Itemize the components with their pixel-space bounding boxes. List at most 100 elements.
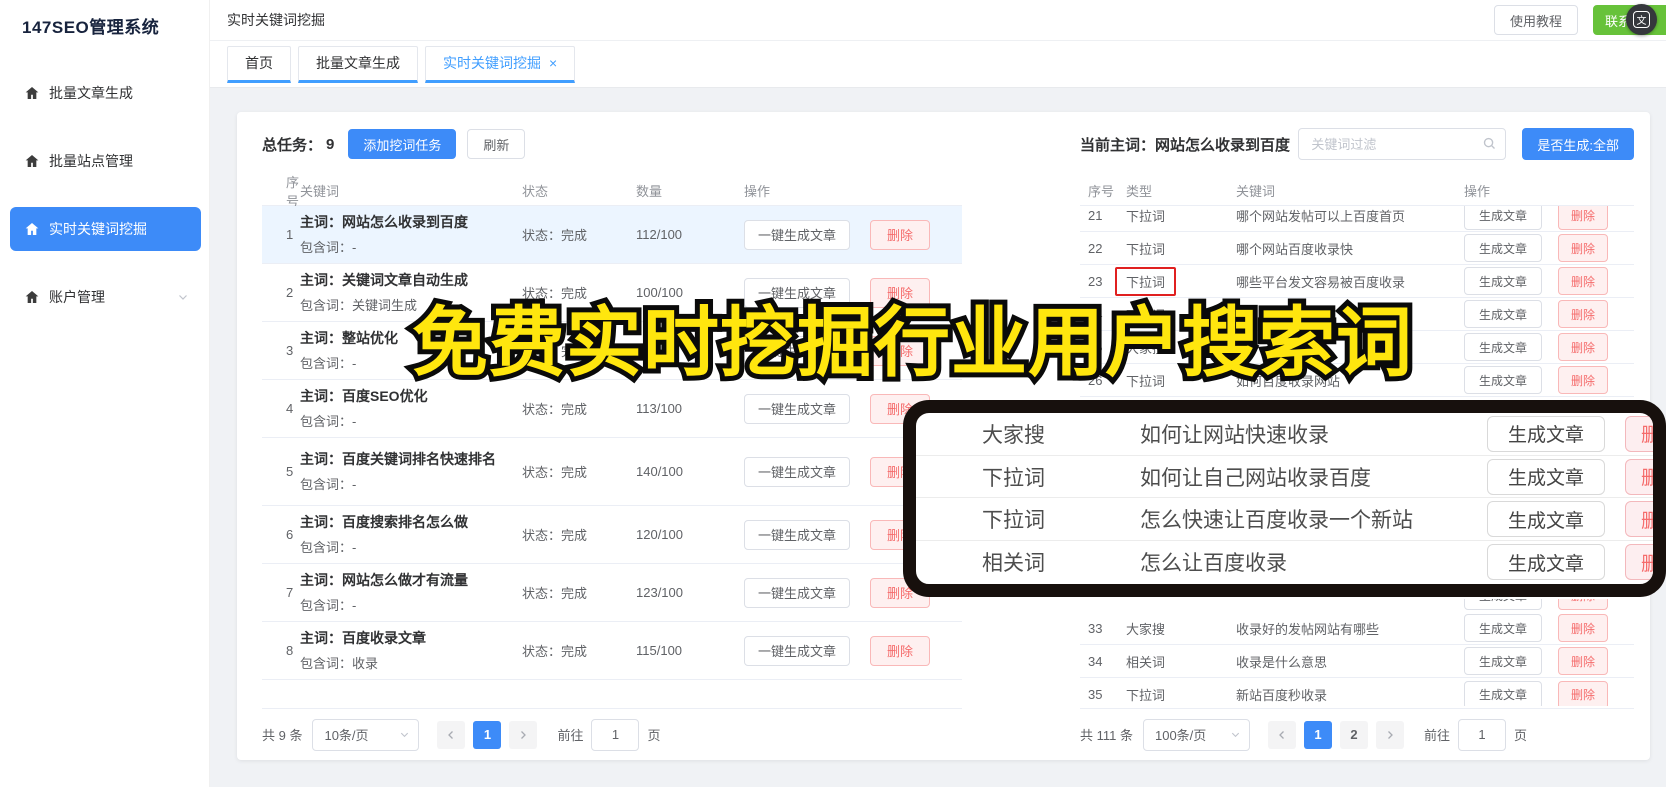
home-icon — [24, 85, 40, 101]
generate-article-button[interactable]: 生成文章 — [1464, 599, 1542, 610]
table-row[interactable]: 21 下拉词 哪个网站发帖可以上百度首页 生成文章 删除 — [1080, 206, 1634, 231]
keyword-text: 收录好的发帖网站有哪些 — [1236, 621, 1380, 637]
generate-article-button[interactable]: 生成文章 — [1464, 366, 1542, 394]
tab-home[interactable]: 首页 — [227, 45, 291, 83]
home-icon — [24, 221, 40, 237]
goto-page-input[interactable] — [1458, 718, 1506, 751]
tutorial-button[interactable]: 使用教程 — [1493, 5, 1578, 35]
generate-article-button[interactable]: 生成文章 — [1487, 458, 1605, 495]
task-count: 112/100 — [636, 227, 683, 242]
next-page-button[interactable] — [1375, 720, 1404, 749]
table-row[interactable]: 25 大家搜 生成文章 删除 — [1080, 331, 1634, 364]
sidebar-item-realtime-keywords[interactable]: 实时关键词挖掘 — [10, 207, 201, 251]
page-number-button[interactable]: 1 — [1303, 720, 1332, 749]
generate-articles-button[interactable]: 一键生成文章 — [744, 519, 850, 550]
row-index: 6 — [286, 527, 294, 542]
table-row[interactable]: 22 下拉词 哪个网站百度收录快 生成文章 删除 — [1080, 232, 1634, 265]
generate-articles-button[interactable]: 一键生成文章 — [744, 635, 850, 666]
delete-button[interactable]: 删除 — [1558, 647, 1608, 675]
delete-button[interactable]: 删除 — [1558, 206, 1608, 230]
delete-button[interactable]: 删除 — [1625, 544, 1653, 581]
delete-button[interactable]: 删除 — [1558, 599, 1608, 610]
table-row[interactable]: 35 下拉词 新站百度秒收录 生成文章 删除 — [1080, 678, 1634, 706]
generate-article-button[interactable]: 生成文章 — [1464, 680, 1542, 706]
generate-articles-button[interactable]: 一键生成文章 — [744, 335, 850, 366]
close-icon[interactable]: × — [549, 55, 557, 71]
table-row[interactable]: 生成文章 删除 — [1080, 599, 1634, 612]
page-number-button[interactable]: 1 — [473, 720, 502, 749]
generate-article-button[interactable]: 生成文章 — [1464, 206, 1542, 230]
table-row[interactable]: 1 主词：网站怎么收录到百度 包含词：- 状态：完成 112/100 一键生成文章… — [262, 206, 962, 264]
delete-button[interactable]: 删除 — [870, 635, 930, 666]
add-task-button[interactable]: 添加挖词任务 — [348, 129, 457, 159]
goto-page-input[interactable] — [591, 718, 640, 751]
page-size-select[interactable]: 10条/页 — [312, 718, 420, 751]
table-row[interactable]: 2 主词：关键词文章自动生成 包含词：关键词生成 状态：完成 100/100 一键… — [262, 264, 962, 322]
topbar: 实时关键词挖掘 使用教程 联系 — [210, 0, 1666, 41]
table-row[interactable]: 24 下拉词 生成文章 删除 — [1080, 298, 1634, 331]
generate-article-button[interactable]: 生成文章 — [1464, 267, 1542, 295]
page-size-select[interactable]: 100条/页 — [1142, 718, 1250, 751]
generate-article-button[interactable]: 生成文章 — [1464, 333, 1542, 361]
delete-button[interactable]: 删除 — [1558, 614, 1608, 642]
delete-button[interactable]: 删除 — [1625, 458, 1653, 495]
table-row[interactable]: 5 主词：百度关键词排名快速排名 包含词：- 状态：完成 140/100 一键生成… — [262, 438, 962, 506]
generate-articles-button[interactable]: 一键生成文章 — [744, 393, 850, 424]
delete-button[interactable]: 删除 — [870, 335, 930, 366]
keyword-filter-input[interactable] — [1298, 128, 1507, 160]
delete-button[interactable]: 删除 — [1558, 680, 1608, 706]
col-action: 操作 — [1464, 184, 1491, 199]
generate-article-button[interactable]: 生成文章 — [1464, 234, 1542, 262]
table-row[interactable]: 4 主词：百度SEO优化 包含词：- 状态：完成 113/100 一键生成文章 删除 — [262, 380, 962, 438]
table-row[interactable]: 26 下拉词 如何百度收录网站 生成文章 删除 — [1080, 364, 1634, 397]
table-row[interactable]: 33 大家搜 收录好的发帖网站有哪些 生成文章 删除 — [1080, 612, 1634, 645]
task-status: 状态：完成 — [522, 586, 588, 601]
sidebar-item-batch-articles[interactable]: 批量文章生成 — [10, 71, 201, 115]
generate-article-button[interactable]: 生成文章 — [1464, 647, 1542, 675]
chevron-down-icon — [399, 729, 410, 740]
refresh-button[interactable]: 刷新 — [467, 129, 526, 159]
table-row[interactable]: 23 下拉词 哪些平台发文容易被百度收录 生成文章 删除 — [1080, 265, 1634, 298]
generate-article-button[interactable]: 生成文章 — [1487, 501, 1605, 538]
generate-article-button[interactable]: 生成文章 — [1487, 415, 1605, 452]
delete-button[interactable]: 删除 — [1625, 501, 1653, 538]
generate-article-button[interactable]: 生成文章 — [1464, 300, 1542, 328]
tasks-pagination: 共 9 条 10条/页 1 前往 页 — [262, 708, 962, 760]
delete-button[interactable]: 删除 — [870, 277, 930, 308]
prev-page-button[interactable] — [437, 720, 466, 749]
sidebar-item-label: 批量站点管理 — [49, 153, 133, 169]
table-row[interactable]: 7 主词：网站怎么做才有流量 包含词：- 状态：完成 123/100 一键生成文章… — [262, 564, 962, 622]
sidebar: 147SEO管理系统 批量文章生成 批量站点管理 实时关键词挖掘 账户管理 — [0, 0, 210, 787]
delete-button[interactable]: 删除 — [1558, 333, 1608, 361]
generate-all-button[interactable]: 是否生成:全部 — [1522, 128, 1634, 160]
generate-articles-button[interactable]: 一键生成文章 — [744, 277, 850, 308]
generate-articles-button[interactable]: 一键生成文章 — [744, 219, 850, 250]
delete-button[interactable]: 删除 — [1558, 366, 1608, 394]
sidebar-item-account[interactable]: 账户管理 — [10, 275, 201, 319]
delete-button[interactable]: 删除 — [1625, 415, 1653, 452]
table-row[interactable]: 3 主词：整站优化 包含词：- 状态：完成 一键生成文章 删除 — [262, 322, 962, 380]
contact-badge-icon[interactable]: 文 — [1626, 4, 1657, 35]
total-tasks-label: 总任务： — [262, 136, 323, 154]
table-row-clipped: 生成文章 删除 — [1080, 599, 1634, 612]
generate-articles-button[interactable]: 一键生成文章 — [744, 456, 850, 487]
table-row[interactable]: 6 主词：百度搜索排名怎么做 包含词：- 状态：完成 120/100 一键生成文章… — [262, 506, 962, 564]
delete-button[interactable]: 删除 — [1558, 300, 1608, 328]
delete-button[interactable]: 删除 — [1558, 234, 1608, 262]
delete-button[interactable]: 删除 — [870, 219, 930, 250]
generate-articles-button[interactable]: 一键生成文章 — [744, 577, 850, 608]
delete-button[interactable]: 删除 — [1558, 267, 1608, 295]
prev-page-button[interactable] — [1267, 720, 1296, 749]
table-row[interactable]: 8 主词：百度收录文章 包含词：收录 状态：完成 115/100 一键生成文章 删除 — [262, 622, 962, 680]
page-number-button[interactable]: 2 — [1339, 720, 1368, 749]
next-page-button[interactable] — [509, 720, 538, 749]
current-word-label: 当前主词： — [1080, 136, 1156, 154]
tab-realtime-keywords[interactable]: 实时关键词挖掘 × — [425, 45, 576, 83]
tab-batch-articles[interactable]: 批量文章生成 — [298, 45, 418, 83]
row-index: 1 — [286, 227, 294, 242]
table-row[interactable]: 34 相关词 收录是什么意思 生成文章 删除 — [1080, 645, 1634, 678]
generate-article-button[interactable]: 生成文章 — [1464, 614, 1542, 642]
sidebar-item-batch-sites[interactable]: 批量站点管理 — [10, 139, 201, 183]
generate-article-button[interactable]: 生成文章 — [1487, 544, 1605, 581]
col-action: 操作 — [744, 184, 771, 199]
